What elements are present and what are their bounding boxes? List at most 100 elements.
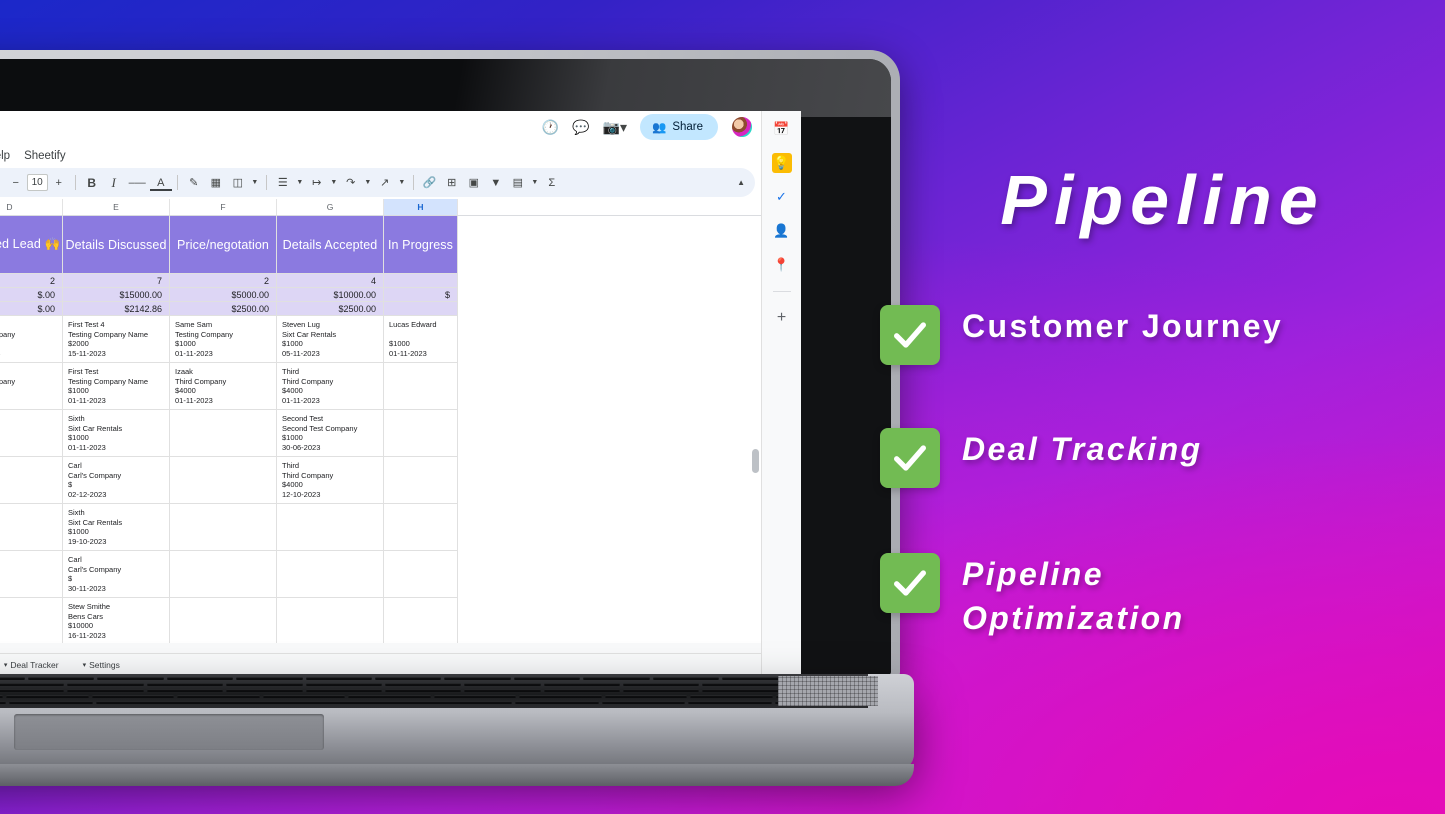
functions-chevron-down-icon[interactable]: ▼ [529,172,541,194]
text-rotation-icon[interactable]: ↗ [374,172,396,194]
tasks-icon[interactable]: ✓ [772,187,792,207]
deal-cell[interactable] [170,410,277,457]
maps-icon[interactable]: 📍 [772,255,792,275]
column-header-D[interactable]: D [0,199,63,215]
stage-header-cell[interactable]: Price/negotation [170,216,277,274]
deal-cell[interactable] [0,457,63,504]
valign-chevron-down-icon[interactable]: ▼ [328,172,340,194]
deal-cell[interactable]: BobbyCarl's Company$02-12-2023 [0,316,63,363]
metric-cell-count[interactable]: 7 [63,274,170,288]
vertical-scrollbar[interactable] [752,449,759,473]
deal-cell[interactable]: Carl Carl's Company $30-11-2023 [63,551,170,598]
deal-cell[interactable] [0,551,63,598]
vertical-align-icon[interactable]: ↦ [306,172,328,194]
deal-cell[interactable]: Carl Carl's Company $02-12-2023 [63,457,170,504]
deal-cell[interactable]: Second Test Second Test Company $1000 30-06… [277,410,384,457]
deal-cell[interactable] [0,598,63,645]
deal-cell[interactable] [170,598,277,645]
deal-cell[interactable] [384,410,458,457]
comment-icon[interactable]: 💬 [572,119,589,136]
stage-header-cell[interactable]: Qualified Lead 🙌 [0,216,63,274]
metric-cell-total[interactable]: $5000.00 [170,288,277,302]
deal-cell[interactable]: Third Third Company $4000 12-10-2023 [277,457,384,504]
wrap-chevron-down-icon[interactable]: ▼ [362,172,374,194]
calendar-icon[interactable]: 📅 [772,119,792,139]
metric-cell-total[interactable]: $10000.00 [277,288,384,302]
deal-cell[interactable] [384,457,458,504]
share-button[interactable]: 👥 Share [639,114,718,140]
strikethrough-icon[interactable]: –— [125,172,150,194]
metric-cell-average[interactable]: $2500.00 [277,302,384,316]
deal-cell[interactable]: Sixth Sixt Car Rentals $1000 01-11-2023 [63,410,170,457]
sum-button[interactable]: Σ [541,172,563,194]
avatar[interactable] [731,116,753,138]
keep-icon[interactable]: 💡 [771,153,792,173]
deal-cell[interactable]: First Test 4 Testing Company Name $2000 15-… [63,316,170,363]
deal-cell[interactable]: Izaak Third Company $4000 01-11-2023 [170,363,277,410]
link-icon[interactable]: 🔗 [419,172,441,194]
insert-comment-icon[interactable]: ⊞ [441,172,463,194]
add-on-icon[interactable]: + [772,308,792,328]
functions-icon[interactable]: ▤ [507,172,529,194]
metric-cell-count[interactable]: 4 [277,274,384,288]
deal-cell[interactable]: Sixth Sixt Car Rentals $1000 19-10-2023 [63,504,170,551]
merge-chevron-down-icon[interactable]: ▼ [249,172,261,194]
deal-cell[interactable] [0,504,63,551]
deal-cell[interactable] [170,504,277,551]
deal-cell[interactable] [384,551,458,598]
stage-header-cell[interactable]: Details Discussed [63,216,170,274]
deal-cell[interactable]: Steven Lug Sixt Car Rentals $1000 05-11-202… [277,316,384,363]
halign-chevron-down-icon[interactable]: ▼ [294,172,306,194]
deal-cell[interactable]: Lucas Edward $1000 01-11-2023 [384,316,458,363]
decrease-font-size-button[interactable]: − [5,172,27,194]
merge-cells-icon[interactable]: ◫ [227,172,249,194]
deal-cell[interactable]: BobbyCarl's Company$30-11-2023 [0,363,63,410]
metric-cell-average[interactable]: $2142.86 [63,302,170,316]
column-header-F[interactable]: F [170,199,277,215]
borders-icon[interactable]: ▦ [205,172,227,194]
insert-chart-icon[interactable]: ▣ [463,172,485,194]
deal-cell[interactable]: First Test Testing Company Name $1000 01-11… [63,363,170,410]
deal-cell[interactable] [0,410,63,457]
text-wrap-icon[interactable]: ↷ [340,172,362,194]
deal-cell[interactable] [384,504,458,551]
deal-cell[interactable] [384,363,458,410]
deal-cell[interactable] [277,504,384,551]
metric-cell-count[interactable]: 2 [0,274,63,288]
sheet-tab[interactable]: ▾ Deal Tracker [0,657,65,673]
deal-cell[interactable]: Stew Smithe Bens Cars $10000 16-11-2023 [63,598,170,645]
deal-cell[interactable] [384,598,458,645]
stage-header-cell[interactable]: Details Accepted [277,216,384,274]
stage-header-cell[interactable]: In Progress [384,216,458,274]
bold-button[interactable]: B [81,172,103,194]
deal-cell[interactable] [170,551,277,598]
column-header-H[interactable]: H [384,199,458,215]
metric-cell-total[interactable]: $.00 [0,288,63,302]
deal-cell[interactable] [277,551,384,598]
version-history-icon[interactable]: 🕐 [542,119,559,136]
italic-button[interactable]: I [103,172,125,194]
menu-sheetify[interactable]: Sheetify [24,150,66,162]
metric-cell-average[interactable] [384,302,458,316]
column-header-G[interactable]: G [277,199,384,215]
horizontal-align-icon[interactable]: ☰ [272,172,294,194]
collapse-toolbar-icon[interactable]: ▲ [737,178,745,187]
deal-cell[interactable]: Same Sam Testing Company $1000 01-11-2023 [170,316,277,363]
metric-cell-average[interactable]: $2500.00 [170,302,277,316]
metric-cell-count[interactable] [384,274,458,288]
font-size-input[interactable]: 10 [26,174,48,191]
deal-cell[interactable] [277,598,384,645]
meet-camera-icon[interactable]: 📷▾ [603,119,627,136]
deal-cell[interactable] [170,457,277,504]
column-header-E[interactable]: E [63,199,170,215]
filter-icon[interactable]: ▼ [485,172,507,194]
deal-cell[interactable]: Third Third Company $4000 01-11-2023 [277,363,384,410]
metric-cell-total[interactable]: $15000.00 [63,288,170,302]
sheet-tab[interactable]: ▾ Settings [77,657,126,673]
increase-font-size-button[interactable]: + [48,172,70,194]
menu-help[interactable]: Help [0,150,10,162]
contacts-icon[interactable]: 👤 [772,221,792,241]
metric-cell-average[interactable]: $.00 [0,302,63,316]
metric-cell-count[interactable]: 2 [170,274,277,288]
metric-cell-total[interactable]: $ [384,288,458,302]
